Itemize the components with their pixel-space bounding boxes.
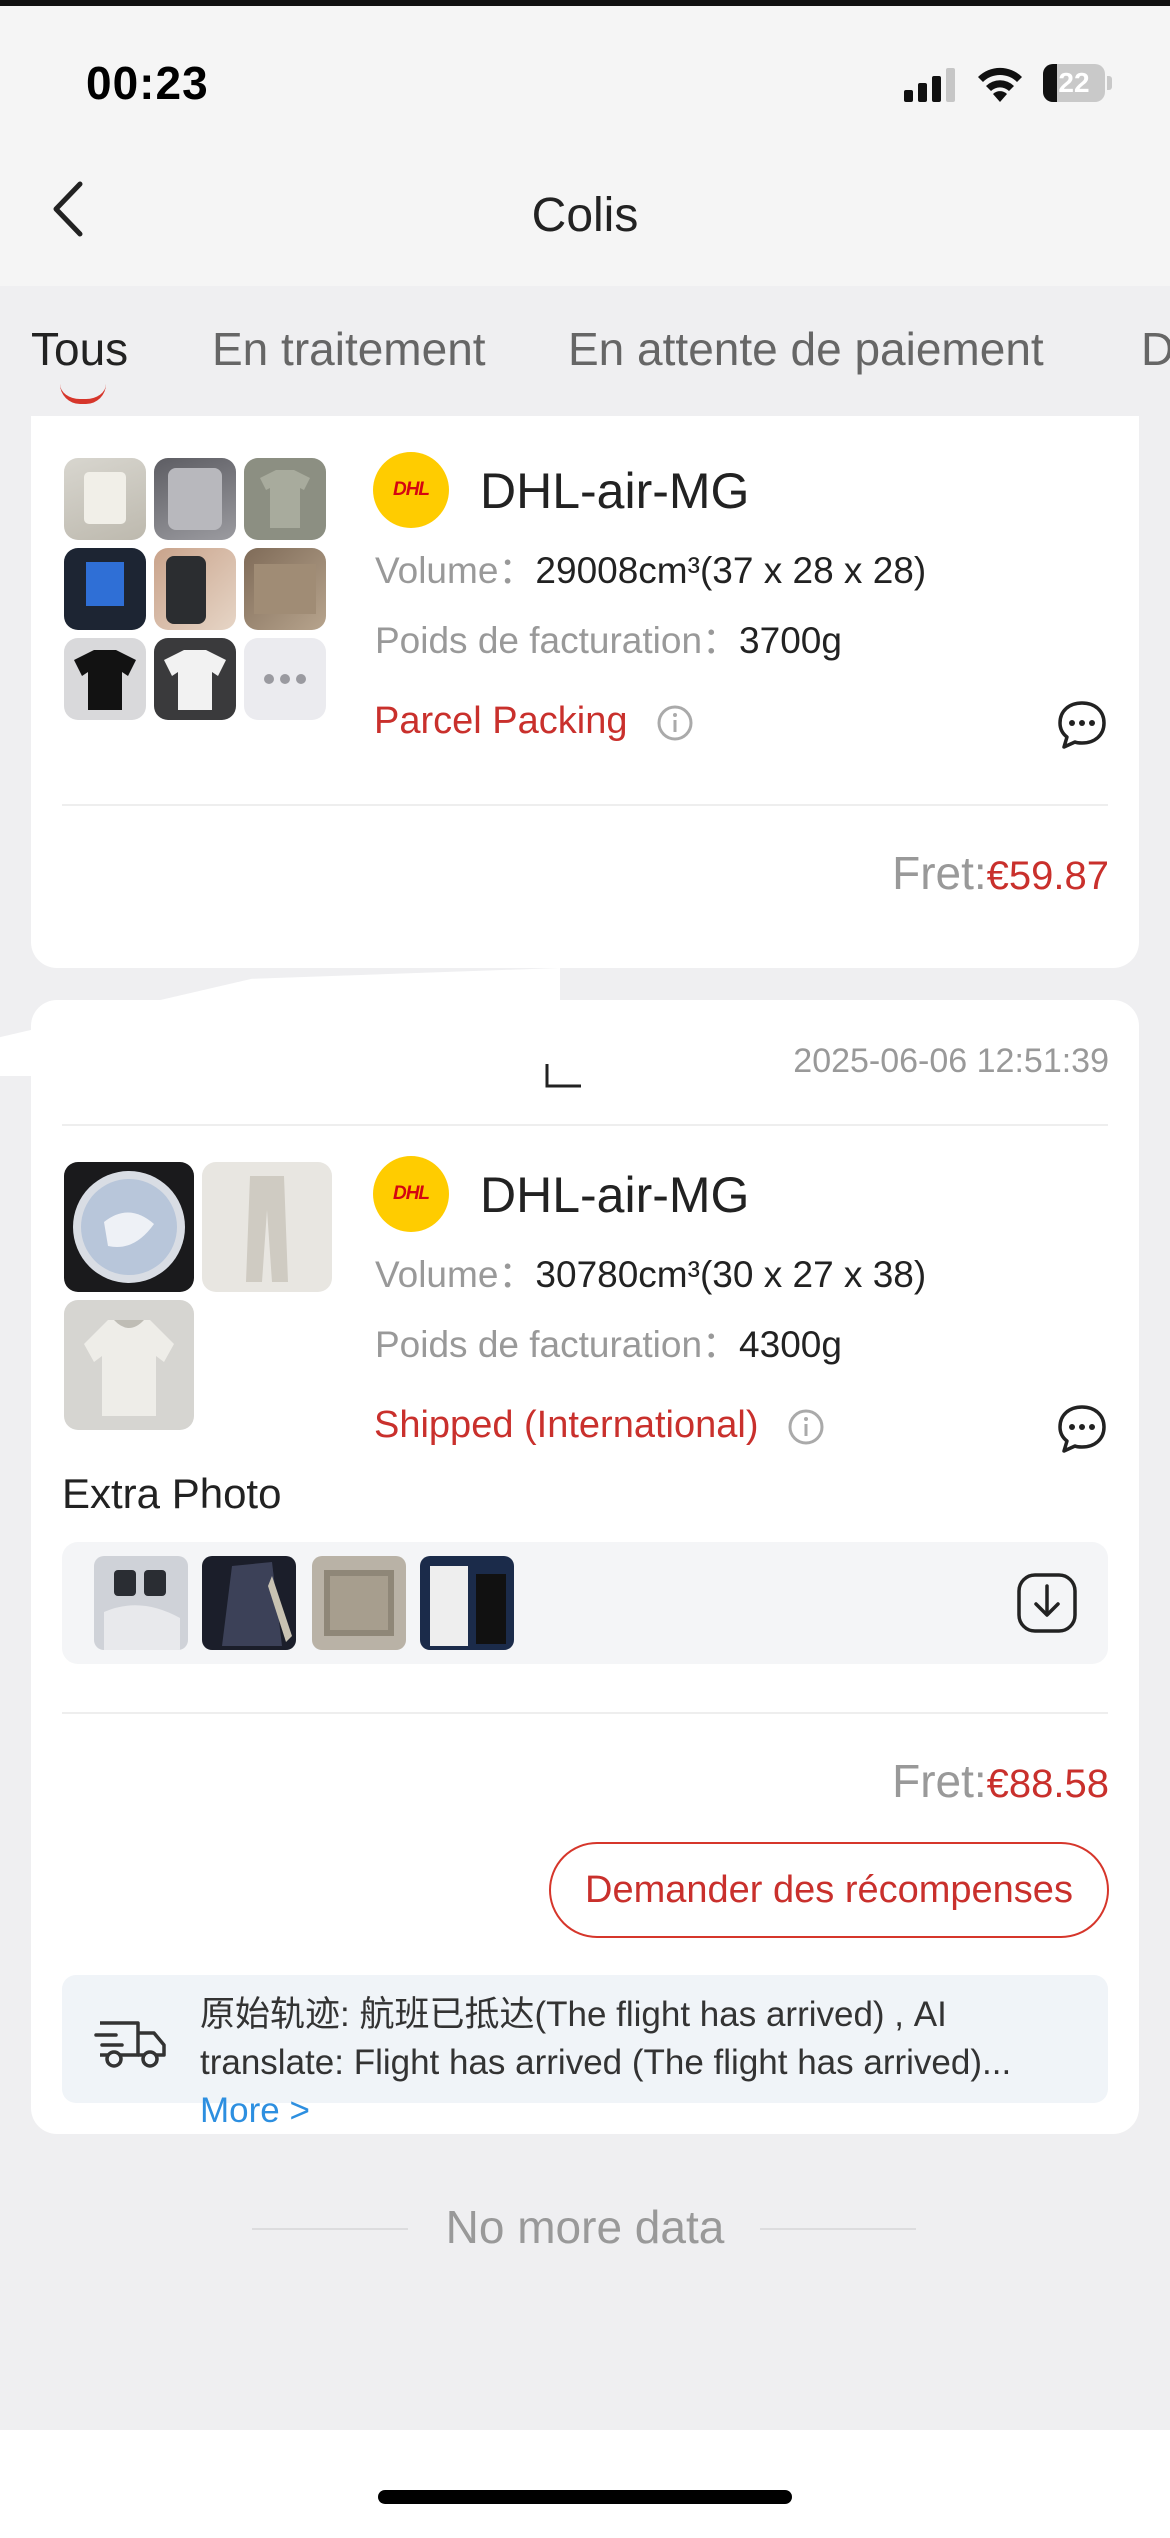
freight-amount: €59.87 bbox=[986, 854, 1109, 898]
tab-all[interactable]: Tous bbox=[31, 322, 128, 376]
download-icon[interactable] bbox=[1014, 1570, 1080, 1636]
tracking-box[interactable]: 原始轨迹: 航班已抵达(The flight has arrived) , AI… bbox=[62, 1975, 1108, 2130]
volume-row: Volume：29008cm³(37 x 28 x 28) bbox=[375, 540, 926, 594]
nav-bar: Colis bbox=[0, 136, 1170, 286]
freight-total: Fret:€88.58 bbox=[892, 1754, 1109, 1808]
status-row: Parcel Packing bbox=[374, 700, 694, 743]
battery-level: 22 bbox=[1058, 67, 1090, 98]
home-indicator[interactable] bbox=[378, 2490, 792, 2504]
parcel-status: Parcel Packing bbox=[374, 700, 628, 742]
tab-next-partial[interactable]: D bbox=[1141, 322, 1170, 376]
wifi-icon bbox=[978, 67, 1022, 102]
product-thumbnail bbox=[64, 548, 146, 630]
product-thumbnail bbox=[64, 638, 146, 720]
chat-icon[interactable] bbox=[1055, 1402, 1109, 1456]
tab-awaiting-payment[interactable]: En attente de paiement bbox=[568, 322, 1044, 376]
weight-row: Poids de facturation：4300g bbox=[375, 1314, 842, 1368]
battery-icon: 22 bbox=[1043, 64, 1113, 102]
volume-label: Volume： bbox=[375, 1254, 536, 1295]
weight-row: Poids de facturation：3700g bbox=[375, 610, 842, 664]
status-time: 00:23 bbox=[86, 57, 209, 109]
extra-photo[interactable] bbox=[202, 1556, 296, 1650]
cellular-signal-icon bbox=[904, 68, 955, 102]
product-thumbnail bbox=[64, 458, 146, 540]
tab-processing[interactable]: En traitement bbox=[212, 322, 486, 376]
dhl-logo: DHL bbox=[373, 452, 449, 528]
divider-right bbox=[760, 2228, 916, 2230]
tracking-summary: 原始轨迹: 航班已抵达(The flight has arrived) , AI… bbox=[200, 1991, 1080, 2135]
divider bbox=[62, 1124, 1108, 1126]
weight-label: Poids de facturation： bbox=[375, 1324, 740, 1365]
active-tab-indicator bbox=[60, 384, 106, 404]
parcel-status: Shipped (International) bbox=[374, 1404, 759, 1446]
page-title: Colis bbox=[531, 189, 639, 242]
freight-label: Fret: bbox=[892, 847, 987, 899]
product-thumbnail bbox=[244, 548, 326, 630]
dhl-logo: DHL bbox=[373, 1156, 449, 1232]
dhl-logo-text: DHL bbox=[392, 1183, 430, 1204]
chat-icon[interactable] bbox=[1055, 698, 1109, 752]
freight-label: Fret: bbox=[892, 1755, 987, 1807]
extra-photo-strip bbox=[62, 1542, 1108, 1664]
info-icon[interactable] bbox=[787, 1408, 825, 1446]
parcel-date: 2025-06-06 12:51:39 bbox=[793, 1042, 1109, 1080]
product-thumbnail bbox=[64, 1162, 194, 1292]
bottom-bar bbox=[0, 2430, 1170, 2538]
delivery-truck-icon bbox=[94, 2021, 166, 2068]
status-row: Shipped (International) bbox=[374, 1404, 825, 1447]
freight-total: Fret:€59.87 bbox=[892, 846, 1109, 900]
no-more-data-label: No more data bbox=[445, 2201, 725, 2253]
carrier-name: DHL-air-MG bbox=[480, 463, 750, 519]
tracking-text: 原始轨迹: 航班已抵达(The flight has arrived) , AI… bbox=[200, 1995, 1012, 2082]
product-thumbnail bbox=[64, 1300, 194, 1430]
volume-row: Volume：30780cm³(30 x 27 x 38) bbox=[375, 1244, 926, 1298]
dhl-logo-text: DHL bbox=[392, 479, 430, 500]
product-thumbnail bbox=[244, 458, 326, 540]
divider bbox=[62, 804, 1108, 806]
status-bar: 00:23 22 bbox=[0, 6, 1170, 136]
tracking-more-link[interactable]: More > bbox=[200, 2091, 310, 2130]
product-thumbnail bbox=[154, 458, 236, 540]
volume-value: 30780cm³(30 x 27 x 38) bbox=[535, 1254, 927, 1295]
weight-label: Poids de facturation： bbox=[375, 620, 740, 661]
divider bbox=[62, 1712, 1108, 1714]
parcel-card[interactable]: 2025-06-06 12:51:39 DHL DHL-air-MG Volum… bbox=[31, 1000, 1139, 2134]
weight-value: 4300g bbox=[739, 1324, 842, 1365]
carrier-name: DHL-air-MG bbox=[480, 1167, 750, 1223]
request-rewards-button[interactable]: Demander des récompenses bbox=[549, 1842, 1109, 1938]
tab-bar: Tous En traitement En attente de paiemen… bbox=[0, 286, 1170, 416]
partial-icon bbox=[545, 1064, 581, 1088]
product-thumbnail bbox=[154, 638, 236, 720]
info-icon[interactable] bbox=[656, 704, 694, 742]
freight-amount: €88.58 bbox=[986, 1762, 1109, 1806]
extra-photo[interactable] bbox=[312, 1556, 406, 1650]
extra-photo[interactable] bbox=[420, 1556, 514, 1650]
volume-value: 29008cm³(37 x 28 x 28) bbox=[535, 550, 927, 591]
extra-photo-title: Extra Photo bbox=[62, 1470, 282, 1517]
product-thumbnail bbox=[154, 548, 236, 630]
product-thumbnail bbox=[202, 1162, 332, 1292]
parcel-card[interactable]: DHL DHL-air-MG Volume：29008cm³(37 x 28 x… bbox=[31, 416, 1139, 968]
extra-photo[interactable] bbox=[94, 1556, 188, 1650]
weight-value: 3700g bbox=[739, 620, 842, 661]
more-thumbnails-button[interactable] bbox=[244, 638, 326, 720]
volume-label: Volume： bbox=[375, 550, 536, 591]
